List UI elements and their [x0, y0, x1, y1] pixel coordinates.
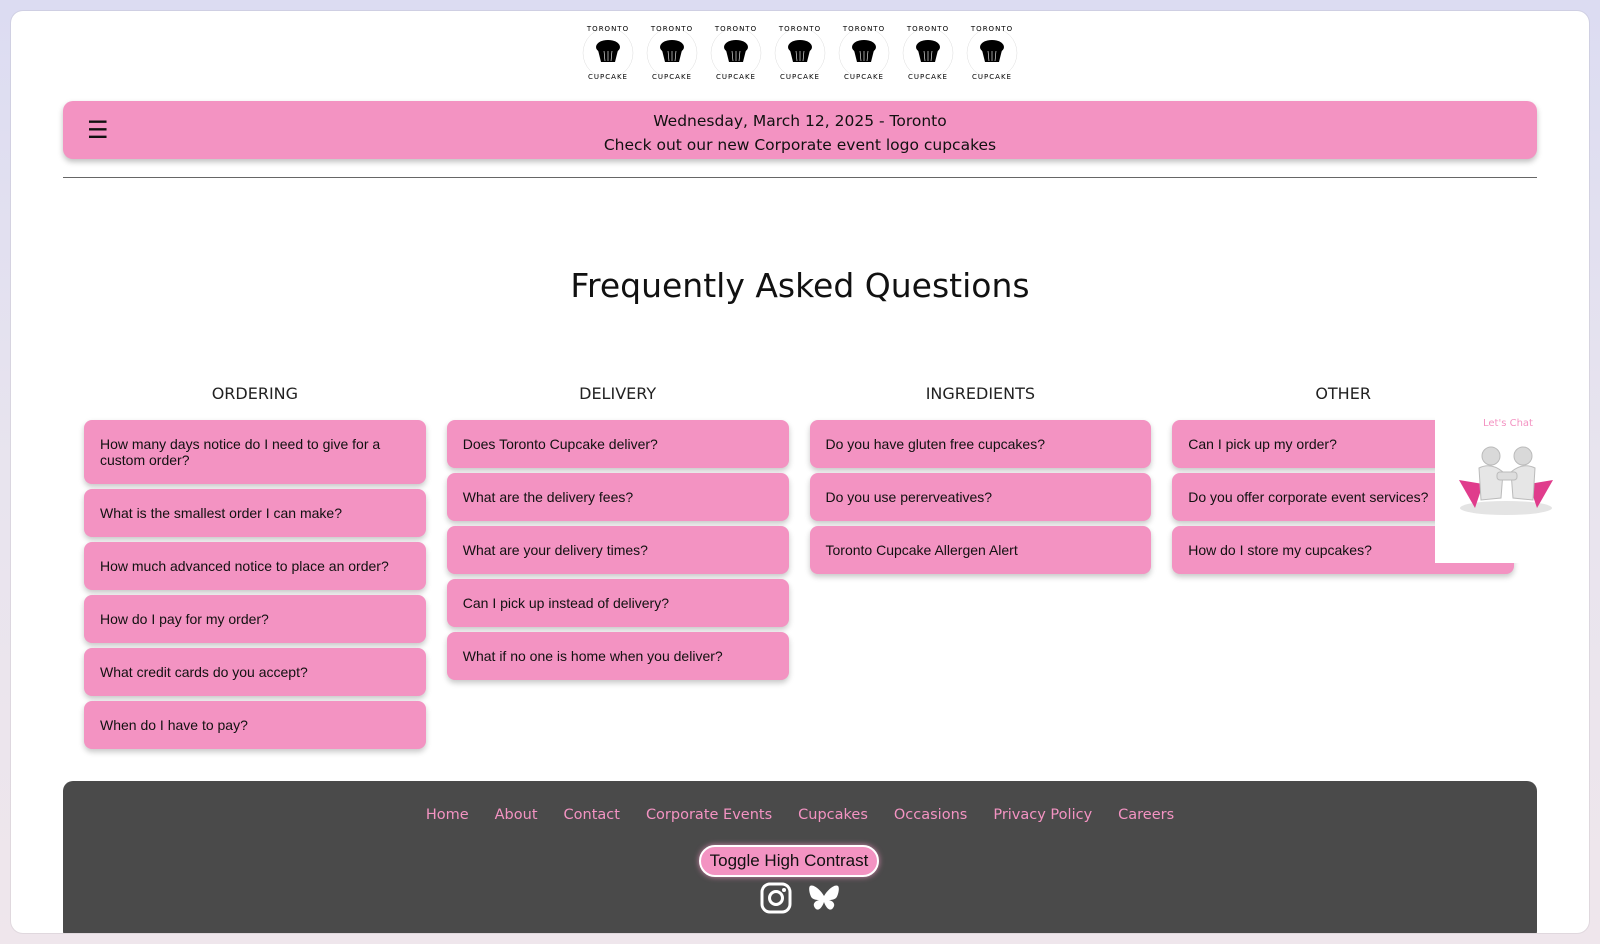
faq-question-button[interactable]: What are the delivery fees? — [446, 473, 789, 521]
bluesky-icon[interactable] — [807, 881, 841, 915]
footer-link-about[interactable]: About — [495, 807, 538, 823]
footer-link-contact[interactable]: Contact — [564, 807, 620, 823]
toronto-cupcake-logo: TORONTO CUPCAKE — [582, 25, 634, 81]
footer-link-privacy-policy[interactable]: Privacy Policy — [993, 807, 1092, 823]
footer-link-corporate-events[interactable]: Corporate Events — [646, 807, 772, 823]
faq-column-heading: ORDERING — [211, 384, 299, 403]
toronto-cupcake-logo: TORONTO CUPCAKE — [646, 25, 698, 81]
faq-question-button[interactable]: Can I pick up instead of delivery? — [446, 579, 789, 627]
instagram-icon[interactable] — [759, 881, 793, 915]
toronto-cupcake-logo: TORONTO CUPCAKE — [902, 25, 954, 81]
faq-question-button[interactable]: Toronto Cupcake Allergen Alert — [809, 526, 1152, 574]
toronto-cupcake-logo: TORONTO CUPCAKE — [966, 25, 1018, 81]
faq-question-button[interactable]: How do I pay for my order? — [84, 595, 426, 643]
toronto-cupcake-logo: TORONTO CUPCAKE — [710, 25, 762, 81]
chat-label[interactable]: Let's Chat — [1483, 418, 1533, 429]
logo-strip: TORONTO CUPCAKE TORONTO CUPCAKE TORONTO CUPCA… — [11, 25, 1589, 81]
footer-link-occasions[interactable]: Occasions — [894, 807, 967, 823]
browser-window: TORONTO CUPCAKE TORONTO CUPCAKE TORONTO CUPCA… — [11, 11, 1589, 933]
announcement-banner: ☰ Wednesday, March 12, 2025 - Toronto Ch… — [63, 101, 1537, 159]
faq-question-button[interactable]: What are your delivery times? — [446, 526, 789, 574]
site-footer: Home About Contact Corporate Events Cupcakes… — [63, 781, 1537, 933]
toronto-cupcake-logo: TORONTO CUPCAKE — [774, 25, 826, 81]
footer-link-careers[interactable]: Careers — [1118, 807, 1174, 823]
faq-question-button[interactable]: When do I have to pay? — [84, 701, 426, 749]
faq-column-heading: INGREDIENTS — [925, 384, 1036, 403]
faq-question-button[interactable]: Does Toronto Cupcake deliver? — [446, 420, 789, 468]
footer-nav: Home About Contact Corporate Events Cupcakes… — [63, 807, 1537, 823]
faq-question-button[interactable]: What is the smallest order I can make? — [84, 489, 426, 537]
faq-columns: ORDERING How many days notice do I need t… — [84, 384, 1514, 754]
faq-column-delivery: DELIVERY Does Toronto Cupcake deliver? Wha… — [446, 384, 789, 754]
banner-promo[interactable]: Check out our new Corporate event logo c… — [63, 133, 1537, 157]
faq-question-button[interactable]: What credit cards do you accept? — [84, 648, 426, 696]
faq-column-heading: DELIVERY — [579, 384, 657, 403]
toronto-cupcake-logo: TORONTO CUPCAKE — [838, 25, 890, 81]
faq-question-button[interactable]: Do you use pererveatives? — [809, 473, 1152, 521]
header-divider — [63, 177, 1537, 178]
faq-question-button[interactable]: What if no one is home when you deliver? — [446, 632, 789, 680]
footer-link-cupcakes[interactable]: Cupcakes — [798, 807, 868, 823]
chat-widget[interactable]: Let's Chat — [1435, 408, 1581, 563]
footer-link-home[interactable]: Home — [426, 807, 469, 823]
banner-text: Wednesday, March 12, 2025 - Toronto Chec… — [63, 109, 1537, 157]
chat-people-icon[interactable] — [1451, 438, 1561, 518]
banner-date: Wednesday, March 12, 2025 - Toronto — [653, 112, 947, 130]
faq-column-ordering: ORDERING How many days notice do I need t… — [84, 384, 426, 754]
page-title: Frequently Asked Questions — [570, 266, 1030, 305]
faq-question-button[interactable]: Do you have gluten free cupcakes? — [809, 420, 1152, 468]
toggle-high-contrast-button[interactable]: Toggle High Contrast — [699, 845, 879, 877]
social-links — [63, 881, 1537, 915]
faq-question-button[interactable]: How many days notice do I need to give f… — [84, 420, 426, 484]
faq-column-ingredients: INGREDIENTS Do you have gluten free cupca… — [809, 384, 1152, 754]
faq-question-button[interactable]: How much advanced notice to place an ord… — [84, 542, 426, 590]
